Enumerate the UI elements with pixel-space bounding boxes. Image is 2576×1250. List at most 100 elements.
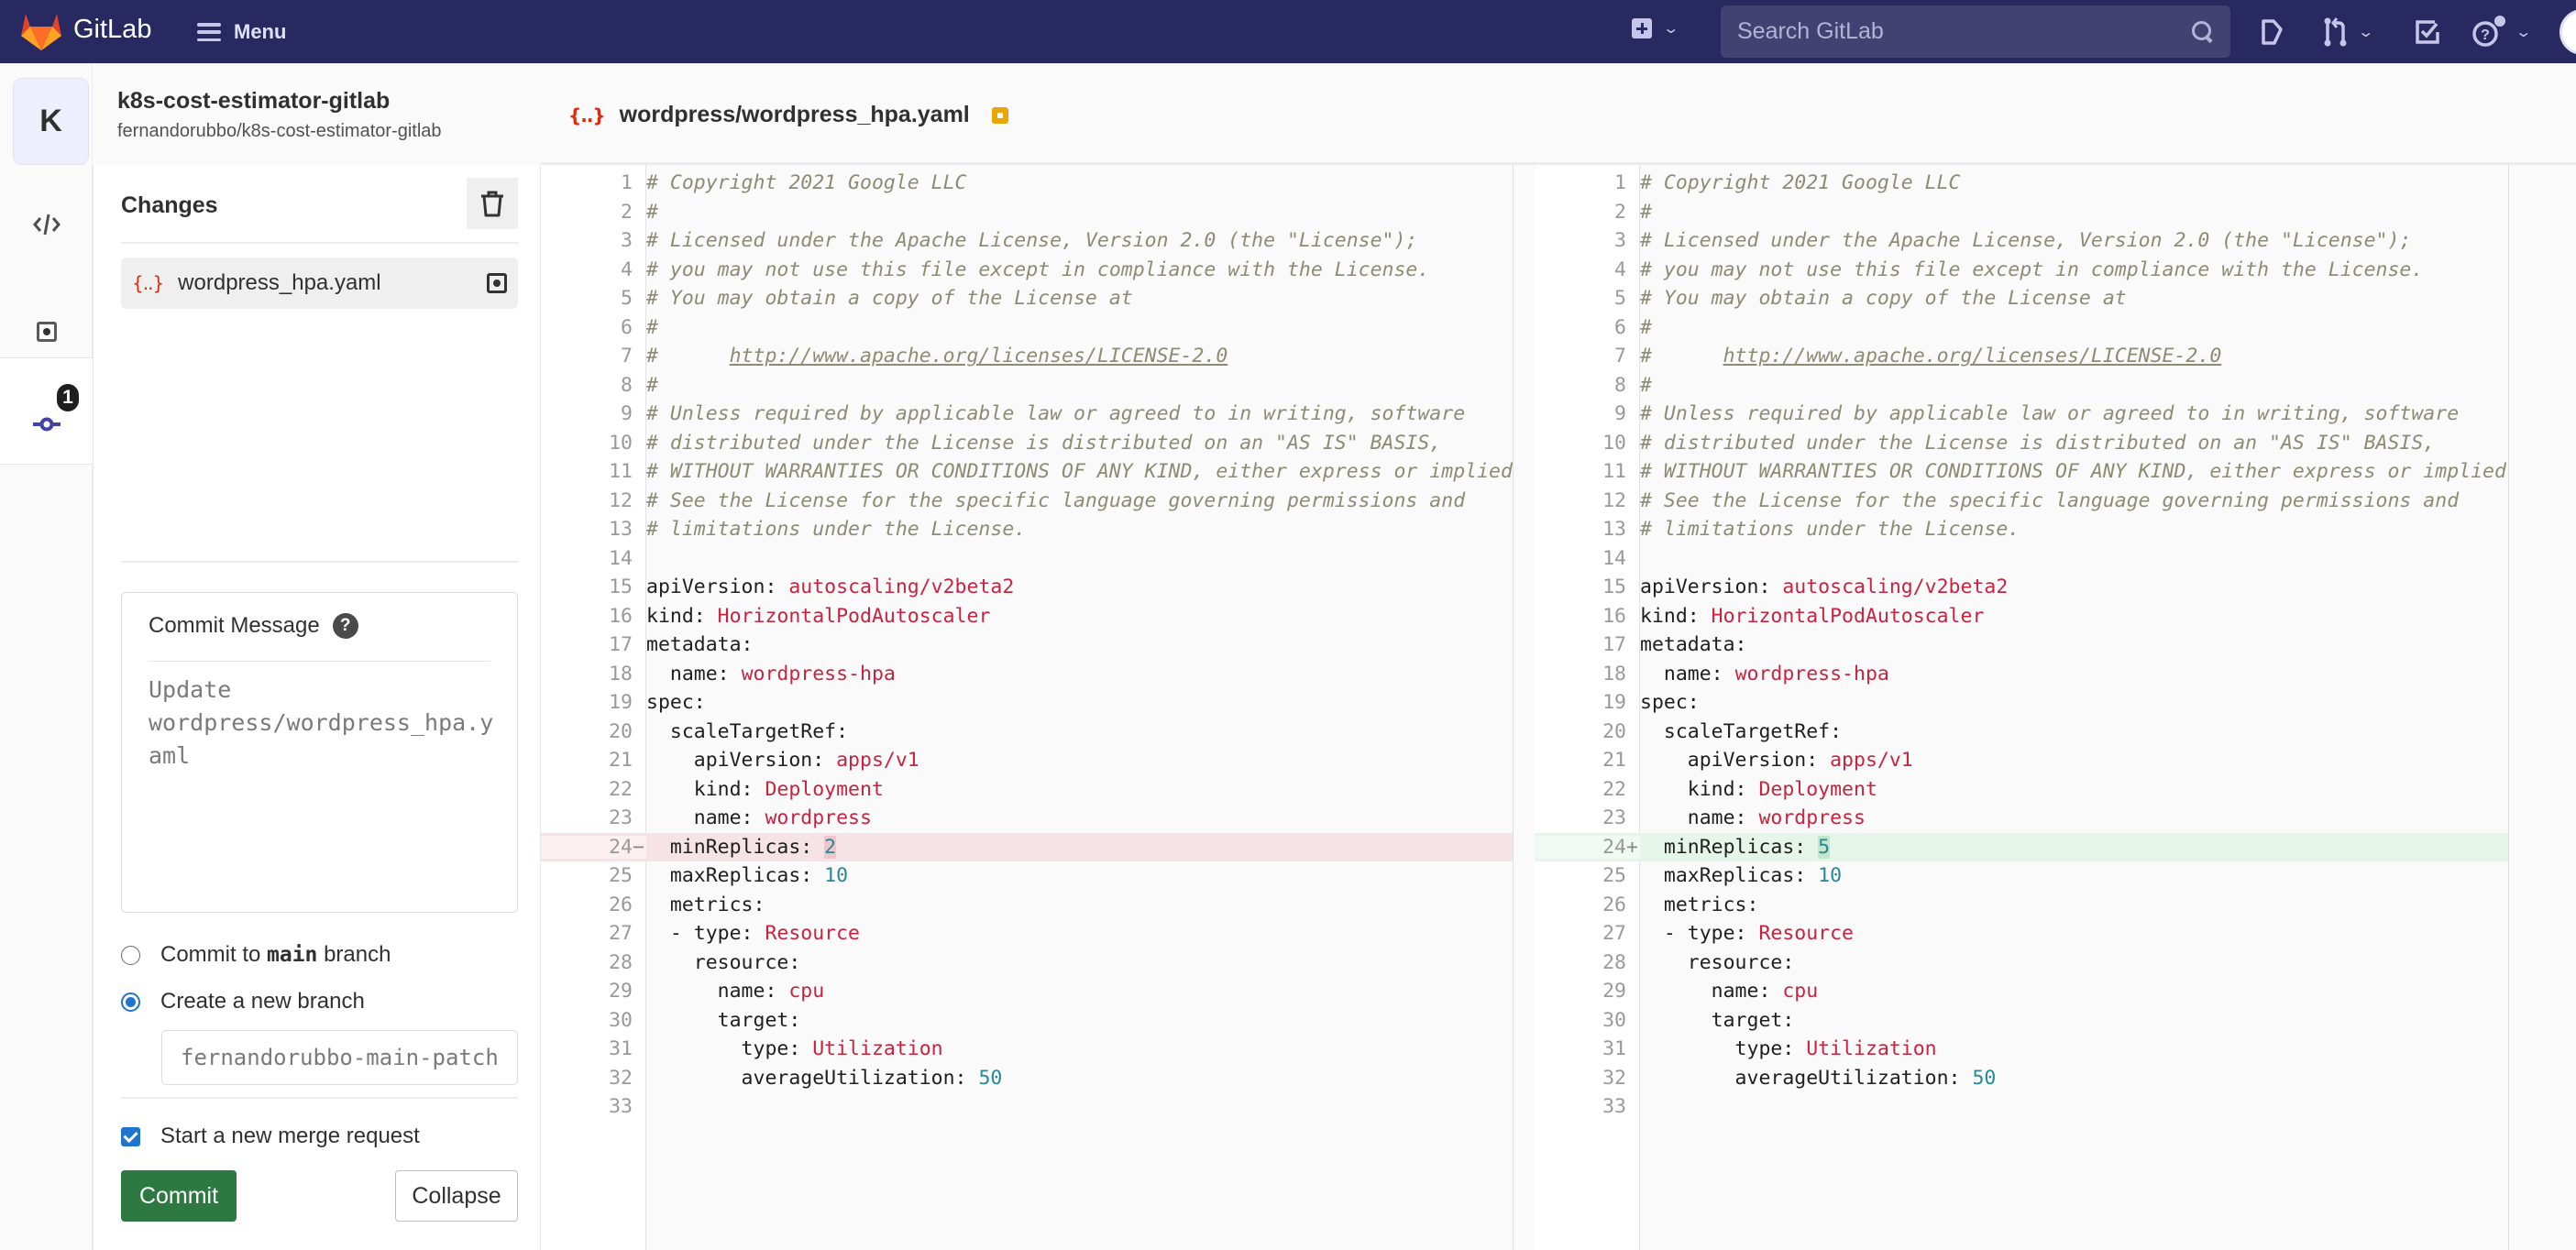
new-dropdown-button[interactable]: ⌄ [1632, 18, 1679, 38]
help-icon[interactable]: ? [332, 613, 358, 639]
comment-token[interactable]: http://www.apache.org/licenses/LICENSE-2… [1723, 345, 2222, 367]
commit-button[interactable]: Commit [121, 1170, 237, 1222]
project-avatar[interactable]: K [13, 78, 89, 165]
menu-button[interactable]: Menu [197, 16, 286, 48]
rail-item-edit[interactable] [0, 170, 93, 278]
discard-all-button[interactable] [467, 178, 518, 229]
code-line[interactable]: 27 - type: Resource [541, 919, 1513, 948]
code-line[interactable]: 1 # Copyright 2021 Google LLC [541, 169, 1513, 198]
code-line[interactable]: 6 # [1535, 313, 2508, 343]
code-line[interactable]: 22 kind: Deployment [541, 775, 1513, 805]
code-line[interactable]: 10 # distributed under the License is dis… [541, 429, 1513, 458]
code-line[interactable]: 3 # Licensed under the Apache License, Ve… [541, 226, 1513, 256]
code-line[interactable]: 11 # WITHOUT WARRANTIES OR CONDITIONS OF … [541, 457, 1513, 487]
code-line[interactable]: 28 resource: [541, 948, 1513, 978]
code-line[interactable]: 19 spec: [541, 688, 1513, 718]
code-line[interactable]: 17 metadata: [1535, 630, 2508, 660]
code-line[interactable]: 16 kind: HorizontalPodAutoscaler [541, 602, 1513, 631]
code-line[interactable]: 17 metadata: [541, 630, 1513, 660]
code-line[interactable]: 15 apiVersion: autoscaling/v2beta2 [541, 573, 1513, 602]
todos-button[interactable] [2415, 16, 2440, 48]
branch-name-input[interactable] [161, 1030, 518, 1085]
code-line[interactable]: 2 # [1535, 198, 2508, 227]
collapse-button[interactable]: Collapse [395, 1170, 518, 1222]
code-line[interactable]: 19 spec: [1535, 688, 2508, 718]
commit-message-input[interactable] [149, 674, 501, 894]
code-line[interactable]: 32 averageUtilization: 50 [1535, 1064, 2508, 1093]
code-line[interactable]: 18 name: wordpress-hpa [541, 660, 1513, 689]
code-line[interactable]: 8 # [541, 371, 1513, 400]
code-line[interactable]: 9 # Unless required by applicable law or … [1535, 400, 2508, 429]
original-scrollbar[interactable] [1513, 165, 1535, 1250]
code-line[interactable]: 23 name: wordpress [1535, 804, 2508, 833]
merge-request-option[interactable]: Start a new merge request [121, 1124, 420, 1149]
code-line[interactable]: 10 # distributed under the License is dis… [1535, 429, 2508, 458]
code-line[interactable]: 21 apiVersion: apps/v1 [541, 746, 1513, 775]
code-line[interactable]: 13 # limitations under the License. [541, 515, 1513, 544]
commit-to-main-option[interactable]: Commit to main branch [121, 942, 391, 968]
comment-token[interactable]: http://www.apache.org/licenses/LICENSE-2… [730, 345, 1228, 367]
code-line[interactable]: 32 averageUtilization: 50 [541, 1064, 1513, 1093]
code-line[interactable]: 12 # See the License for the specific lan… [541, 487, 1513, 516]
code-line[interactable]: 5 # You may obtain a copy of the License … [1535, 284, 2508, 313]
code-line[interactable]: 31 type: Utilization [1535, 1035, 2508, 1064]
create-branch-radio[interactable] [121, 992, 140, 1012]
diff-modified-pane[interactable]: 1 # Copyright 2021 Google LLC 2 #3 # License… [1535, 165, 2508, 1250]
user-avatar[interactable] [2559, 9, 2576, 55]
help-button[interactable]: ? ⌄ [2471, 16, 2532, 48]
code-line[interactable]: 7 # http://www.apache.org/licenses/LICENS… [541, 342, 1513, 371]
code-line[interactable]: 25 maxReplicas: 10 [541, 861, 1513, 891]
code-line[interactable]: 20 scaleTargetRef: [1535, 718, 2508, 747]
code-line[interactable]: 18 name: wordpress-hpa [1535, 660, 2508, 689]
merge-requests-button[interactable]: ⌄ [2323, 16, 2374, 48]
added-line[interactable]: 24 + minReplicas: 5 [1535, 832, 2508, 861]
code-line[interactable]: 11 # WITHOUT WARRANTIES OR CONDITIONS OF … [1535, 457, 2508, 487]
code-line[interactable]: 26 metrics: [1535, 891, 2508, 920]
deleted-line[interactable]: 24− minReplicas: 2 [541, 832, 1513, 861]
code-line[interactable]: 3 # Licensed under the Apache License, Ve… [1535, 226, 2508, 256]
code-line[interactable]: 29 name: cpu [541, 977, 1513, 1006]
code-line[interactable]: 30 target: [541, 1006, 1513, 1036]
code-line[interactable]: 1 # Copyright 2021 Google LLC [1535, 169, 2508, 198]
rail-item-commit[interactable]: 1 [0, 357, 94, 465]
code-line[interactable]: 33 [541, 1092, 1513, 1122]
diff-original-pane[interactable]: 1 # Copyright 2021 Google LLC 2 #3 # License… [541, 165, 1513, 1250]
code-line[interactable]: 14 [1535, 544, 2508, 574]
code-line[interactable]: 20 scaleTargetRef: [541, 718, 1513, 747]
code-line[interactable]: 12 # See the License for the specific lan… [1535, 487, 2508, 516]
code-line[interactable]: 4 # you may not use this file except in c… [541, 256, 1513, 285]
code-line[interactable]: 31 type: Utilization [541, 1035, 1513, 1064]
code-line[interactable]: 4 # you may not use this file except in c… [1535, 256, 2508, 285]
project-name[interactable]: k8s-cost-estimator-gitlab [117, 88, 390, 115]
code-line[interactable]: 16 kind: HorizontalPodAutoscaler [1535, 602, 2508, 631]
gitlab-logo-icon[interactable] [20, 11, 62, 51]
code-line[interactable]: 9 # Unless required by applicable law or … [541, 400, 1513, 429]
code-line[interactable]: 13 # limitations under the License. [1535, 515, 2508, 544]
code-line[interactable]: 33 [1535, 1092, 2508, 1122]
code-line[interactable]: 6 # [541, 313, 1513, 343]
changed-file-item[interactable]: {..} wordpress_hpa.yaml [121, 258, 518, 309]
code-line[interactable]: 21 apiVersion: apps/v1 [1535, 746, 2508, 775]
code-line[interactable]: 22 kind: Deployment [1535, 775, 2508, 805]
code-line[interactable]: 30 target: [1535, 1006, 2508, 1036]
search-box[interactable] [1721, 5, 2230, 58]
commit-to-main-radio[interactable] [121, 945, 140, 965]
code-line[interactable]: 15 apiVersion: autoscaling/v2beta2 [1535, 573, 2508, 602]
code-line[interactable]: 28 resource: [1535, 948, 2508, 978]
search-input[interactable] [1737, 18, 2192, 45]
code-line[interactable]: 7 # http://www.apache.org/licenses/LICENS… [1535, 342, 2508, 371]
code-line[interactable]: 23 name: wordpress [541, 804, 1513, 833]
merge-request-checkbox[interactable] [121, 1126, 140, 1146]
issues-button[interactable] [2261, 16, 2284, 48]
gitlab-brand[interactable]: GitLab [73, 15, 151, 45]
code-line[interactable]: 27 - type: Resource [1535, 919, 2508, 948]
code-line[interactable]: 26 metrics: [541, 891, 1513, 920]
code-line[interactable]: 8 # [1535, 371, 2508, 400]
code-line[interactable]: 5 # You may obtain a copy of the License … [541, 284, 1513, 313]
modified-scrollbar[interactable] [2508, 165, 2576, 1250]
code-line[interactable]: 29 name: cpu [1535, 977, 2508, 1006]
create-branch-option[interactable]: Create a new branch [121, 989, 365, 1014]
code-line[interactable]: 25 maxReplicas: 10 [1535, 861, 2508, 891]
code-line[interactable]: 14 [541, 544, 1513, 574]
code-line[interactable]: 2 # [541, 198, 1513, 227]
